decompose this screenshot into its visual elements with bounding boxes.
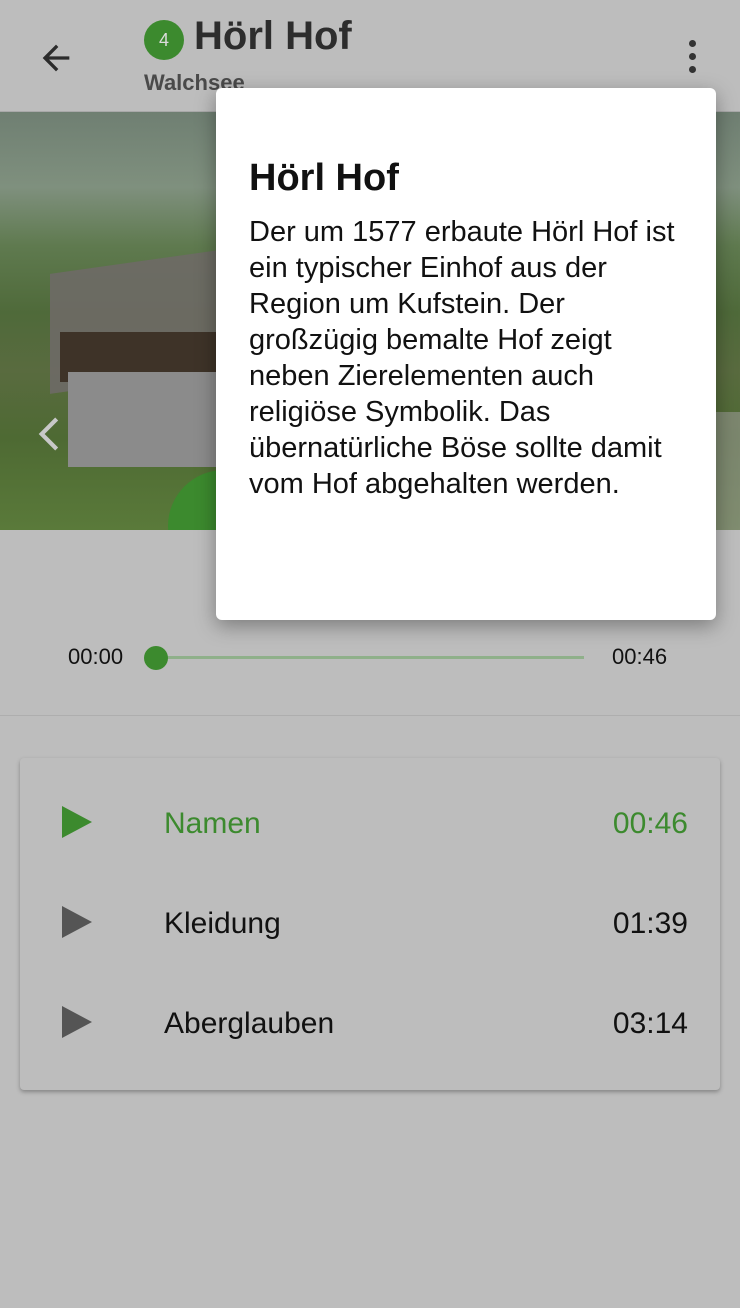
progress-track[interactable]	[156, 656, 584, 659]
track-list: Namen 00:46 Kleidung 01:39 Aberglauben 0…	[20, 758, 720, 1090]
track-duration: 03:14	[612, 1007, 688, 1040]
chevron-left-icon[interactable]	[30, 412, 70, 456]
more-options-button[interactable]	[666, 30, 718, 82]
total-duration: 00:46	[612, 644, 668, 669]
stop-number-badge: 4	[144, 20, 184, 60]
play-icon[interactable]	[60, 1004, 94, 1040]
dialog-title: Hörl Hof	[249, 157, 399, 199]
track-row[interactable]: Kleidung 01:39	[20, 874, 720, 974]
track-duration: 00:46	[612, 807, 688, 840]
track-row[interactable]: Aberglauben 03:14	[20, 974, 720, 1074]
track-row[interactable]: Namen 00:46	[20, 774, 720, 874]
play-icon[interactable]	[60, 904, 94, 940]
track-title: Aberglauben	[164, 1007, 335, 1040]
back-button[interactable]	[28, 30, 84, 86]
info-dialog: Hörl Hof Der um 1577 erbaute Hörl Hof is…	[216, 88, 716, 620]
play-icon[interactable]	[60, 804, 94, 840]
track-title: Namen	[164, 807, 261, 840]
page-title: Hörl Hof	[194, 14, 352, 58]
back-arrow-icon	[42, 44, 70, 72]
current-time: 00:00	[68, 644, 124, 669]
more-vert-icon	[688, 39, 696, 47]
track-duration: 01:39	[612, 907, 688, 940]
dialog-body: Der um 1577 erbaute Hörl Hof ist ein typ…	[249, 216, 675, 500]
progress-thumb[interactable]	[144, 646, 168, 670]
track-title: Kleidung	[164, 907, 281, 940]
